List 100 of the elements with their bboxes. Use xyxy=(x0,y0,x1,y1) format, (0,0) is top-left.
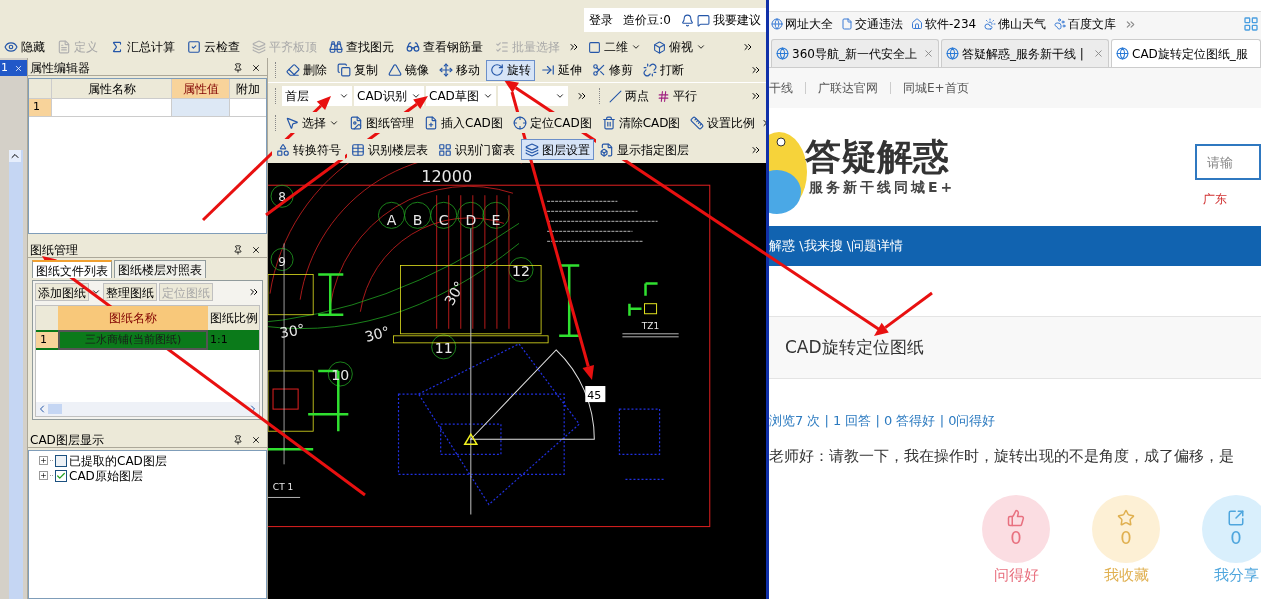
toolbar-button[interactable]: 图层设置 xyxy=(521,139,594,160)
tab-title: 答疑解惑_服务新干线 | xyxy=(962,45,1084,63)
hash-icon xyxy=(657,89,670,103)
panel-button[interactable]: 整理图纸 xyxy=(103,283,157,301)
site-link[interactable]: 干线 xyxy=(769,79,793,97)
layer-dropdown[interactable]: CAD识别 xyxy=(354,86,424,106)
drawing-label: 12 xyxy=(512,262,530,279)
panel-button[interactable]: 添加图纸 xyxy=(35,283,89,301)
column-header: 附加 xyxy=(229,79,266,98)
file-plus-icon xyxy=(424,115,438,130)
row-number: 1 xyxy=(36,331,58,349)
site-icon xyxy=(1116,47,1129,60)
layer-checkbox[interactable] xyxy=(55,469,67,482)
layers-icon xyxy=(525,142,539,157)
header-corner xyxy=(36,306,58,330)
site-logo-subtitle: 服务新干线同城E+ xyxy=(809,177,956,197)
layer-label: CAD原始图层 xyxy=(69,467,143,485)
layer-dropdown[interactable]: 首层 xyxy=(282,86,352,106)
drawing-label: 30° xyxy=(363,323,392,345)
caret-icon[interactable] xyxy=(91,287,101,297)
caret-icon xyxy=(696,42,706,52)
thumbs-up-icon xyxy=(1007,509,1025,527)
table-icon xyxy=(351,142,365,157)
suggest-button[interactable]: 我要建议 xyxy=(681,11,761,29)
drawing-label: C xyxy=(438,212,449,229)
scroll-thumb[interactable] xyxy=(48,404,62,414)
view-dropdown[interactable]: 二维 xyxy=(584,38,645,56)
side-tab[interactable]: 1 xyxy=(0,60,27,76)
row-number: 1 xyxy=(29,99,51,116)
value-cell[interactable] xyxy=(171,99,229,116)
toolbar-button[interactable]: 平行 xyxy=(654,87,700,105)
close-icon[interactable] xyxy=(251,62,261,73)
crosshair-icon xyxy=(512,115,527,130)
layer-checkbox[interactable] xyxy=(55,454,67,467)
bookmark-link[interactable]: 佛山天气 xyxy=(984,15,1047,33)
browser-tab[interactable]: 答疑解惑_服务新干线 | xyxy=(941,39,1109,67)
scrollbar[interactable] xyxy=(9,150,23,599)
list-icon xyxy=(495,40,509,54)
share-icon xyxy=(1227,509,1245,527)
bookmark-link[interactable]: 网址大全 xyxy=(771,15,833,33)
toolbar-button[interactable]: 转换符号 xyxy=(272,139,345,160)
column-header: 属性名称 xyxy=(51,79,171,98)
drawing-label: TZ1 xyxy=(641,320,660,331)
expand-icon[interactable] xyxy=(39,456,48,465)
bookmark-link[interactable]: 软件-234 xyxy=(911,15,977,33)
overflow-icon[interactable] xyxy=(576,90,588,102)
pin-icon[interactable] xyxy=(233,434,243,445)
overflow-icon[interactable] xyxy=(750,64,762,76)
action-label: 我分享 xyxy=(1213,567,1259,583)
toolbar-button[interactable]: 旋转 xyxy=(486,59,535,81)
table-cell-text: 1:1 xyxy=(209,331,229,348)
toolbar-button[interactable]: 两点 xyxy=(606,87,652,105)
binoculars-icon xyxy=(329,40,343,54)
bell-icon xyxy=(681,13,694,27)
overflow-icon[interactable] xyxy=(742,41,754,53)
move-icon xyxy=(439,63,453,77)
tab-label: 1 xyxy=(1,59,8,76)
browser-tab[interactable]: CAD旋转定位图纸_服 xyxy=(1111,39,1261,67)
drawing-label: E xyxy=(491,212,501,229)
column-header: 属性值 xyxy=(171,79,229,98)
copy-icon xyxy=(337,63,351,77)
site-link[interactable]: 广联达官网 xyxy=(818,79,878,97)
search-field[interactable]: 请输 xyxy=(1195,144,1261,180)
login-link[interactable]: 登录 xyxy=(589,11,614,29)
plane-icon xyxy=(588,40,601,54)
view-dropdown[interactable]: 俯视 xyxy=(649,38,710,56)
panel-tab[interactable]: 图纸文件列表 xyxy=(32,260,112,278)
site-icon xyxy=(776,47,789,60)
breadcrumb: 解惑 \我来搜 \问题详情 xyxy=(769,237,904,256)
drawing-label: D xyxy=(465,212,477,229)
paw-icon xyxy=(1054,18,1067,30)
expand-icon[interactable] xyxy=(39,471,48,480)
site-icon xyxy=(946,47,959,60)
bookmark-link[interactable]: 百度文库 xyxy=(1054,15,1117,33)
scroll-up-icon[interactable] xyxy=(9,150,21,162)
angle-input-field[interactable]: 45 xyxy=(585,386,606,403)
overflow-icon[interactable] xyxy=(568,41,580,53)
site-link[interactable]: 同城E+首页 xyxy=(903,79,969,97)
ruler-icon xyxy=(690,115,705,130)
overflow-icon[interactable] xyxy=(248,286,260,298)
overflow-icon[interactable] xyxy=(750,90,762,102)
file-icon xyxy=(349,115,363,130)
drawing-label: CT 1 xyxy=(272,482,294,493)
layer-dropdown[interactable]: CAD草图 xyxy=(426,86,496,106)
extend-icon xyxy=(541,63,555,77)
browser-tab[interactable]: 360导航_新一代安全上 xyxy=(771,39,939,67)
apps-icon[interactable] xyxy=(1243,16,1259,32)
close-icon[interactable] xyxy=(251,434,261,445)
eraser-icon xyxy=(286,63,300,77)
bookmark-link[interactable]: 交通违法 xyxy=(841,15,903,33)
panel-tab[interactable]: 图纸楼层对照表 xyxy=(114,260,206,278)
close-icon[interactable] xyxy=(251,244,261,255)
glasses-icon xyxy=(406,40,420,54)
region-label: 广东 xyxy=(1202,191,1228,208)
site-logo-title: 答疑解惑 xyxy=(805,136,950,177)
pin-icon[interactable] xyxy=(233,62,243,73)
eye-icon xyxy=(4,40,18,54)
column-header: 图纸名称 xyxy=(58,306,208,330)
pin-icon[interactable] xyxy=(233,244,243,255)
drawing-label: 30° xyxy=(278,320,306,341)
